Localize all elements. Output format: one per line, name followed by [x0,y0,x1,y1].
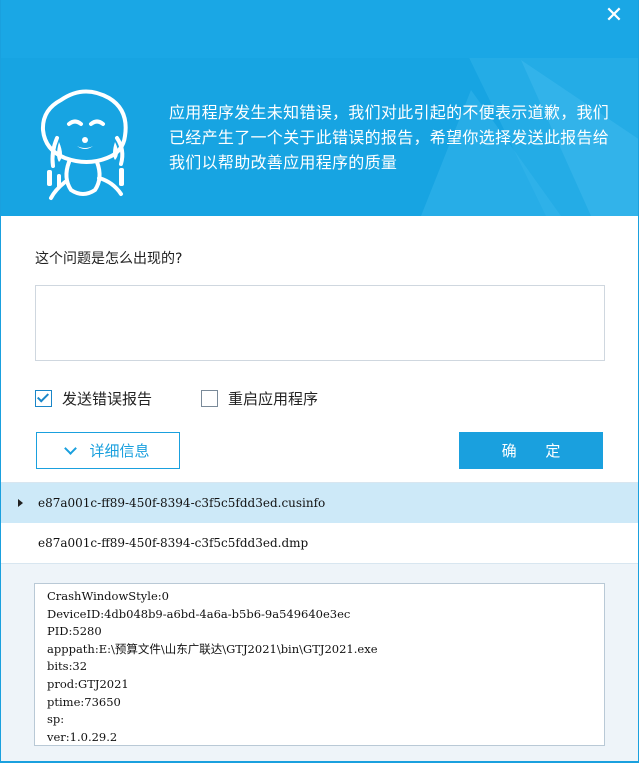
details-panel: CrashWindowStyle:0 DeviceID:4db048b9-a6bd… [1,563,638,761]
expand-arrow-icon[interactable] [18,499,23,507]
restart-app-checkbox[interactable]: 重启应用程序 [201,388,318,409]
error-message: 应用程序发生未知错误，我们对此引起的不便表示道歉，我们已经产生了一个关于此错误的… [169,103,610,172]
crash-info-line: DeviceID:4db048b9-a6bd-4a6a-b5b6-9a54964… [47,606,351,621]
crash-report-window: ✕ 应用程序发生未知错误，我们对此引起的不便表示道歉，我们已经产生了一个关于此错… [0,0,639,763]
crash-info-line: sp: [47,712,65,727]
file-name: e87a001c-ff89-450f-8394-c3f5c5fdd3ed.cus… [38,496,326,510]
crash-info-line: CrashWindowStyle:0 [47,589,169,603]
close-icon[interactable]: ✕ [602,4,626,28]
crash-info-line: ptime:73650 [47,694,121,709]
send-report-label: 发送错误报告 [62,390,153,408]
crash-info-text[interactable]: CrashWindowStyle:0 DeviceID:4db048b9-a6bd… [34,583,605,746]
file-name: e87a001c-ff89-450f-8394-c3f5c5fdd3ed.dmp [38,536,309,550]
report-file-list: e87a001c-ff89-450f-8394-c3f5c5fdd3ed.cus… [1,482,638,562]
crash-info-line: bits:32 [47,659,88,674]
file-item-cusinfo[interactable]: e87a001c-ff89-450f-8394-c3f5c5fdd3ed.cus… [1,483,638,523]
error-banner: 应用程序发生未知错误，我们对此引起的不便表示道歉，我们已经产生了一个关于此错误的… [1,58,638,216]
ok-button[interactable]: 确 定 [459,432,603,469]
problem-description-input[interactable] [35,285,605,361]
file-item-dmp[interactable]: e87a001c-ff89-450f-8394-c3f5c5fdd3ed.dmp [1,523,638,563]
crash-info-line: apppath:E:\预算文件\山东广联达\GTJ2021\bin\GTJ202… [47,641,378,656]
details-button-label: 详细信息 [89,442,150,460]
chevron-down-icon [64,441,78,455]
crash-info-line: ver:1.0.29.2 [47,729,118,744]
details-button[interactable]: 详细信息 [36,432,180,469]
restart-app-label: 重启应用程序 [228,390,319,408]
crash-info-line: prod:GTJ2021 [47,676,129,691]
question-label: 这个问题是怎么出现的? [35,251,183,267]
checkbox-checked-icon[interactable] [35,390,52,407]
title-bar: ✕ [1,0,638,58]
checkbox-unchecked-icon[interactable] [201,390,218,407]
send-report-checkbox[interactable]: 发送错误报告 [35,388,152,409]
crying-mascot-icon [29,86,139,204]
crash-info-line: PID:5280 [47,624,102,639]
